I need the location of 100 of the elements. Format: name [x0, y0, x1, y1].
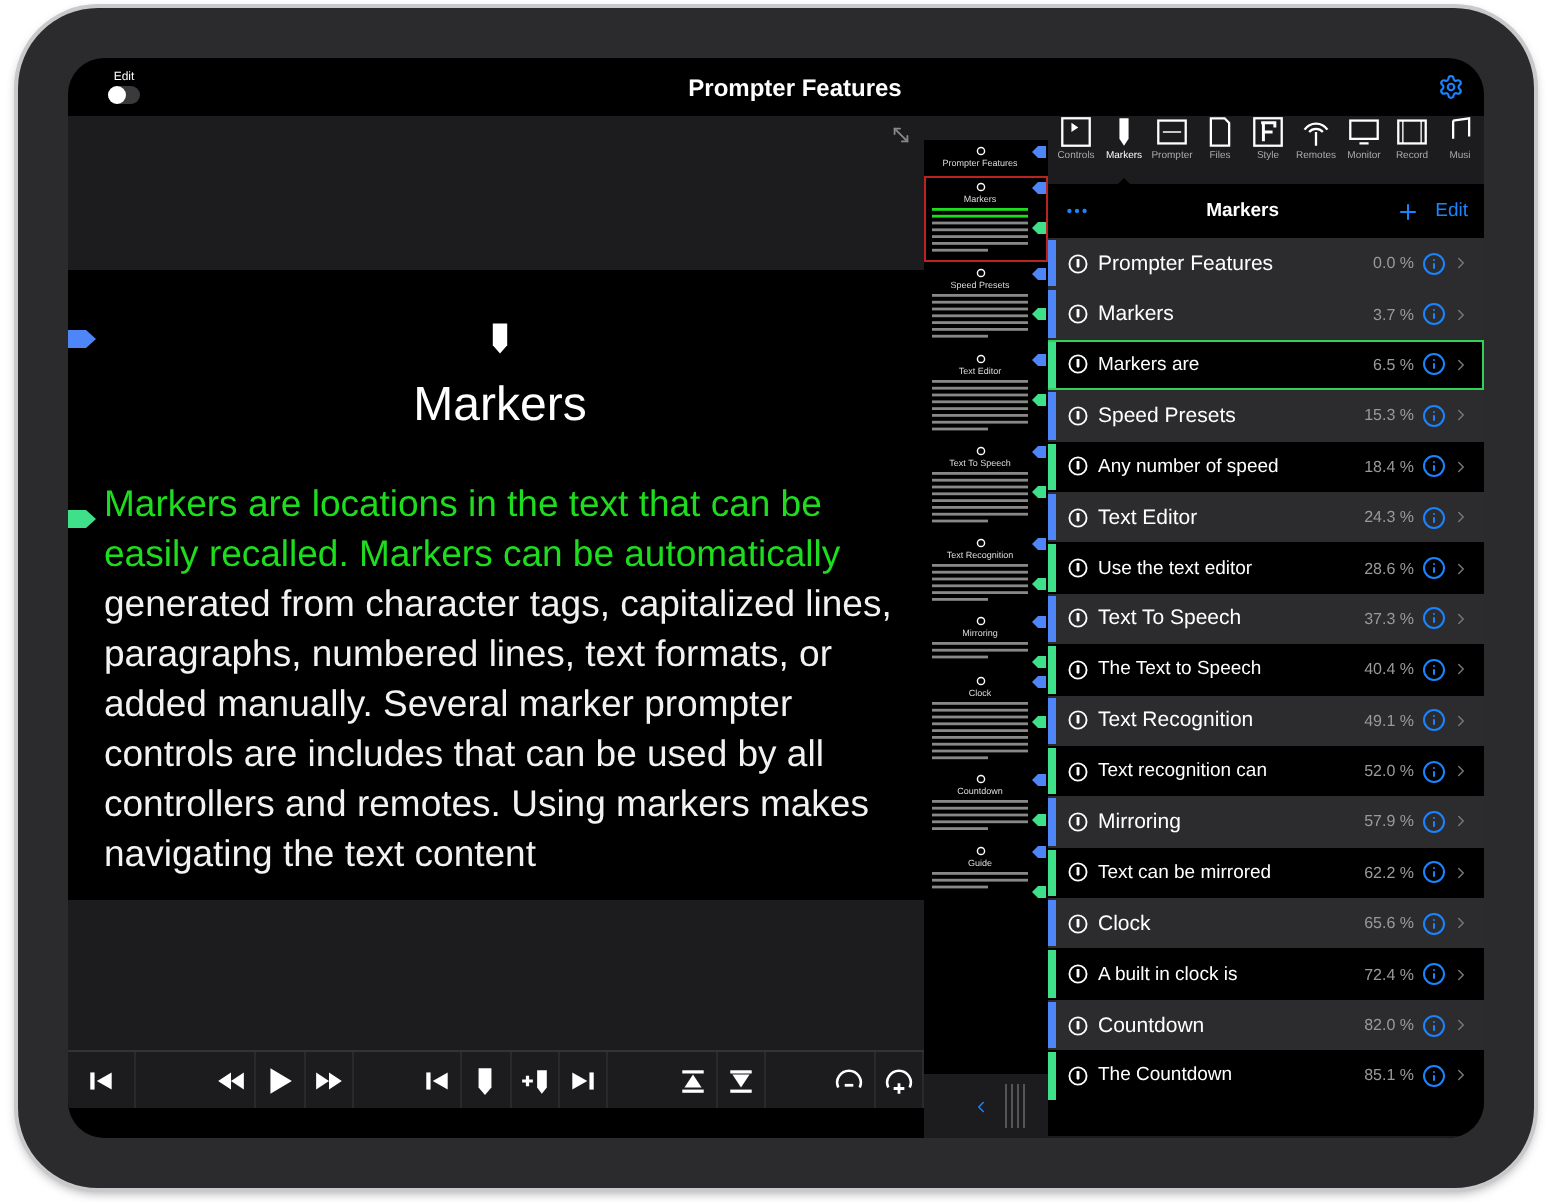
- marker-row[interactable]: Prompter Features 0.0 %: [1048, 238, 1484, 289]
- edit-toggle[interactable]: [108, 85, 140, 103]
- marker-row[interactable]: Mirroring 57.9 %: [1048, 796, 1484, 848]
- info-icon[interactable]: [1422, 1063, 1446, 1088]
- scroll-bottom-icon: [726, 1065, 757, 1095]
- marker-icon: [1068, 710, 1088, 731]
- text-pointer-icon: [1032, 485, 1046, 498]
- marker-title: Markers are: [1098, 353, 1202, 376]
- info-icon[interactable]: [1422, 911, 1446, 936]
- marker-percent: 65.6 %: [1364, 914, 1414, 933]
- marker-title: Clock: [1098, 911, 1153, 936]
- text-lines-drawing: [930, 640, 1030, 662]
- marker-row[interactable]: Speed Presets 15.3 %: [1048, 390, 1484, 442]
- heading-pointer-icon: [1032, 774, 1046, 787]
- marker-row[interactable]: Clock 65.6 %: [1048, 898, 1484, 949]
- info-icon[interactable]: [1422, 962, 1446, 987]
- info-icon[interactable]: [1422, 759, 1446, 784]
- info-icon[interactable]: [1422, 606, 1446, 631]
- heading-pointer-icon: [1032, 146, 1046, 158]
- info-icon[interactable]: [1422, 657, 1446, 682]
- marker-row[interactable]: Use the text editor 28.6 %: [1048, 542, 1484, 594]
- marker-icon: [1068, 862, 1088, 883]
- marker-percent: 57.9 %: [1364, 812, 1414, 831]
- section-icon: [975, 846, 985, 857]
- chevron-icon: [1452, 457, 1470, 476]
- marker-row[interactable]: Text recognition can 52.0 %: [1048, 745, 1484, 797]
- text-pointer-icon: [1032, 307, 1046, 320]
- info-icon[interactable]: [1422, 809, 1446, 834]
- marker-row[interactable]: Text Editor 24.3 %: [1048, 491, 1484, 543]
- text-lines-drawing: [930, 699, 1030, 761]
- section-icon: [975, 445, 985, 456]
- marker-percent: 6.5 %: [1373, 355, 1414, 374]
- marker-icon: [1068, 761, 1088, 782]
- marker-row[interactable]: Text Recognition 49.1 %: [1048, 695, 1484, 746]
- info-icon[interactable]: [1422, 860, 1446, 885]
- document-icon: [1204, 116, 1236, 148]
- text-pointer-icon: [1032, 393, 1046, 406]
- marker-percent: 15.3 %: [1364, 406, 1414, 425]
- chevron-icon: [1452, 812, 1470, 831]
- marker-row[interactable]: Text To Speech 37.3 %: [1048, 593, 1484, 645]
- info-icon[interactable]: [1422, 302, 1446, 327]
- expand-icon[interactable]: [890, 124, 912, 146]
- marker-icon: [1068, 558, 1088, 579]
- chevron-icon: [1452, 254, 1470, 273]
- add-icon[interactable]: [1395, 199, 1420, 223]
- marker-row[interactable]: The Text to Speech 40.4 %: [1048, 644, 1484, 696]
- marker-percent: 37.3 %: [1364, 609, 1414, 628]
- info-icon[interactable]: [1422, 454, 1446, 479]
- info-icon[interactable]: [1422, 403, 1446, 428]
- marker-row[interactable]: A built in clock is 72.4 %: [1048, 948, 1484, 1000]
- marker-percent: 85.1 %: [1364, 1066, 1414, 1085]
- chevron-icon: [1452, 762, 1470, 781]
- text-pointer-icon: [1032, 814, 1046, 827]
- marker-percent: 52.0 %: [1364, 762, 1414, 781]
- info-icon[interactable]: [1422, 708, 1446, 733]
- chevron-icon: [1452, 355, 1470, 374]
- info-icon[interactable]: [1422, 505, 1446, 530]
- marker-icon: [1068, 913, 1088, 934]
- marker-icon: [1068, 304, 1088, 325]
- chevron-icon: [1452, 863, 1470, 882]
- marker-icon: [1068, 253, 1088, 274]
- marker-icon: [1068, 608, 1088, 629]
- collapse-icon[interactable]: [972, 1097, 990, 1115]
- marker-icon: [1068, 507, 1088, 528]
- marker-icon: [1068, 456, 1088, 477]
- edit-button[interactable]: Edit: [1435, 200, 1468, 222]
- marker-row[interactable]: Text can be mirrored 62.2 %: [1048, 847, 1484, 899]
- grip-icon: [1002, 1084, 1030, 1128]
- section-icon: [975, 616, 985, 627]
- text-pointer-icon: [1032, 715, 1046, 728]
- text-lines-drawing: [930, 291, 1030, 340]
- settings-icon[interactable]: [1438, 74, 1464, 100]
- marker-title: Markers: [1098, 302, 1176, 327]
- heading-pointer-icon: [68, 330, 96, 348]
- marker-row[interactable]: Any number of speed 18.4 %: [1048, 441, 1484, 492]
- marker-percent: 82.0 %: [1364, 1016, 1414, 1035]
- heading-pointer-icon: [1032, 846, 1046, 859]
- info-icon[interactable]: [1422, 556, 1446, 581]
- marker-icon: [1068, 405, 1088, 426]
- info-icon[interactable]: [1422, 352, 1446, 377]
- chevron-icon: [1452, 914, 1470, 933]
- chevron-icon: [1452, 508, 1470, 527]
- info-icon[interactable]: [1422, 251, 1446, 276]
- chevron-icon: [1452, 406, 1470, 425]
- marker-row[interactable]: The Countdown 85.1 %: [1048, 1050, 1484, 1102]
- text-lines-drawing: [930, 206, 1030, 254]
- marker-title: Speed Presets: [1098, 403, 1238, 428]
- heading-pointer-icon: [1032, 353, 1046, 366]
- list-title: Markers: [1204, 200, 1282, 222]
- marker-row[interactable]: Markers are 6.5 %: [1048, 339, 1484, 391]
- info-icon[interactable]: [1422, 1013, 1446, 1038]
- heading-pointer-icon: [1032, 445, 1046, 458]
- marker-row[interactable]: Countdown 82.0 %: [1048, 999, 1484, 1051]
- window-title: Prompter Features: [686, 73, 904, 101]
- chevron-icon: [1452, 965, 1470, 984]
- marker-icon: [1068, 1065, 1088, 1086]
- marker-row[interactable]: Markers 3.7 %: [1048, 288, 1484, 340]
- section-heading: Markers: [413, 378, 587, 434]
- section-icon: [975, 353, 985, 364]
- marker-title: Prompter Features: [1098, 251, 1276, 276]
